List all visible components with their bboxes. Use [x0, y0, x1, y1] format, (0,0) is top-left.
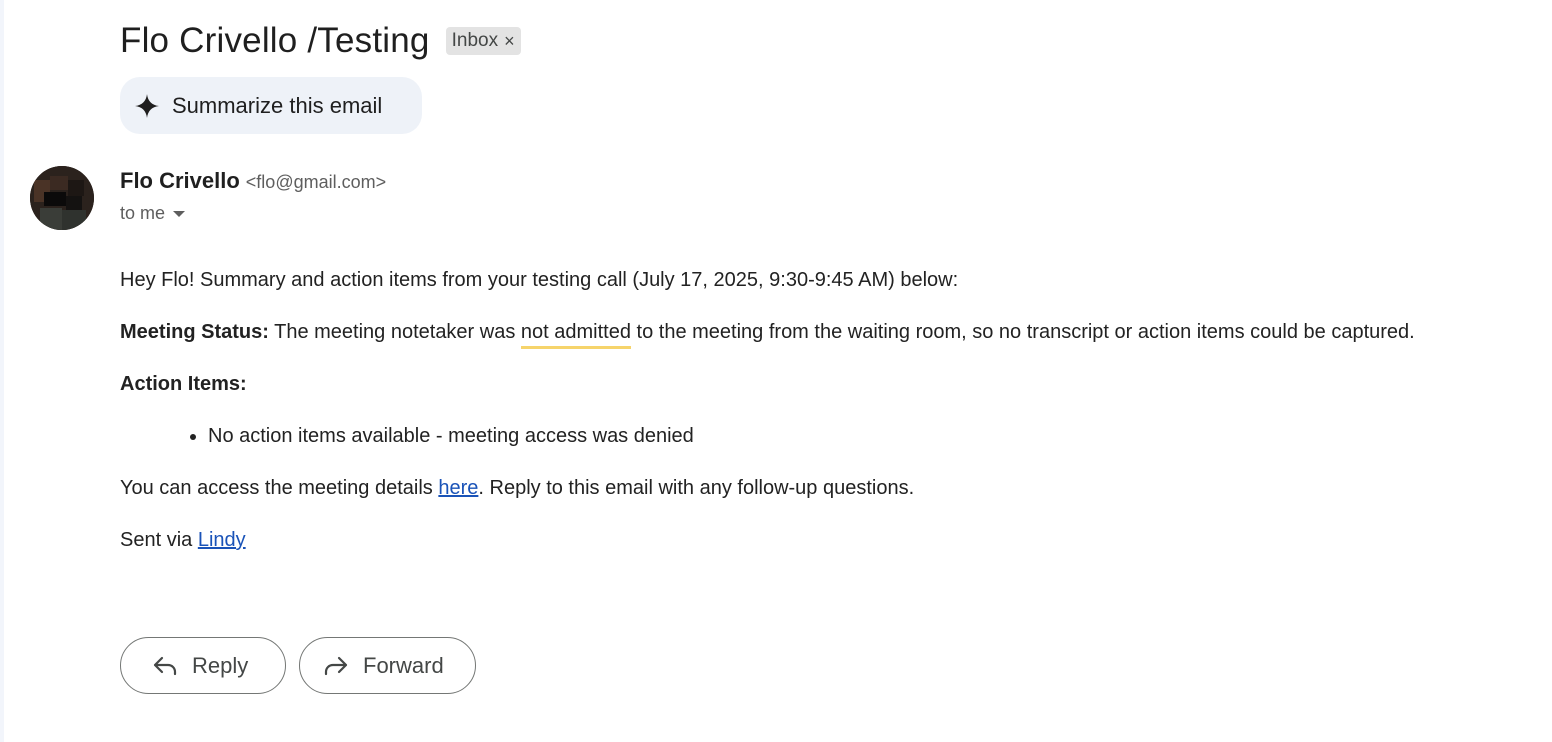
left-edge-strip [0, 0, 4, 742]
label-chip-text: Inbox [451, 30, 499, 51]
remove-label-icon[interactable]: × [504, 31, 515, 52]
email-subject: Flo Crivello /Testing [120, 21, 430, 60]
meeting-status-label: Meeting Status: [120, 321, 269, 343]
reply-button[interactable]: Reply [120, 637, 286, 694]
access-text-1: You can access the meeting details [120, 477, 439, 499]
action-items-list: No action items available - meeting acce… [120, 422, 1520, 474]
avatar-image [30, 166, 94, 230]
sparkle-icon [135, 93, 159, 118]
forward-label: Forward [363, 652, 444, 678]
forward-button[interactable]: Forward [299, 637, 476, 694]
reply-label: Reply [192, 652, 249, 678]
sender-email: <flo@gmail.com> [245, 172, 387, 192]
summarize-email-button[interactable]: Summarize this email [120, 77, 422, 134]
sender-line: Flo Crivello <flo@gmail.com> [120, 168, 386, 194]
greeting-paragraph: Hey Flo! Summary and action items from y… [120, 269, 959, 291]
sender-avatar[interactable] [30, 166, 94, 230]
email-body: Hey Flo! Summary and action items from y… [120, 266, 1520, 578]
access-paragraph: You can access the meeting details here.… [120, 474, 1520, 526]
highlighted-phrase: not admitted [520, 321, 631, 349]
access-text-2: . Reply to this email with any follow-up… [478, 477, 915, 499]
summarize-button-label: Summarize this email [172, 92, 383, 118]
meeting-details-link[interactable]: here [438, 477, 478, 499]
action-items-label: Action Items: [120, 373, 247, 395]
sender-name[interactable]: Flo Crivello [120, 168, 240, 194]
action-items-heading: Action Items: [120, 370, 1520, 422]
sent-via-paragraph: Sent via Lindy [120, 526, 1520, 578]
subject-row: Flo Crivello /Testing Inbox × [120, 18, 521, 64]
meeting-status-text-1: The meeting notetaker was [268, 321, 521, 343]
sent-via-text: Sent via [120, 529, 198, 551]
lindy-link[interactable]: Lindy [198, 529, 246, 551]
recipient-details-toggle[interactable]: to me [120, 203, 187, 224]
inbox-label-chip[interactable]: Inbox × [445, 27, 521, 55]
email-actions: Reply Forward [120, 637, 476, 694]
reply-icon [153, 656, 177, 675]
meeting-status-paragraph: Meeting Status: The meeting notetaker wa… [120, 318, 1520, 370]
forward-icon [324, 656, 348, 675]
action-item: No action items available - meeting acce… [208, 422, 1520, 450]
recipient-text: to me [120, 203, 166, 223]
meeting-status-text-2: to the meeting from the waiting room, so… [630, 321, 1415, 343]
caret-down-icon [173, 210, 186, 217]
